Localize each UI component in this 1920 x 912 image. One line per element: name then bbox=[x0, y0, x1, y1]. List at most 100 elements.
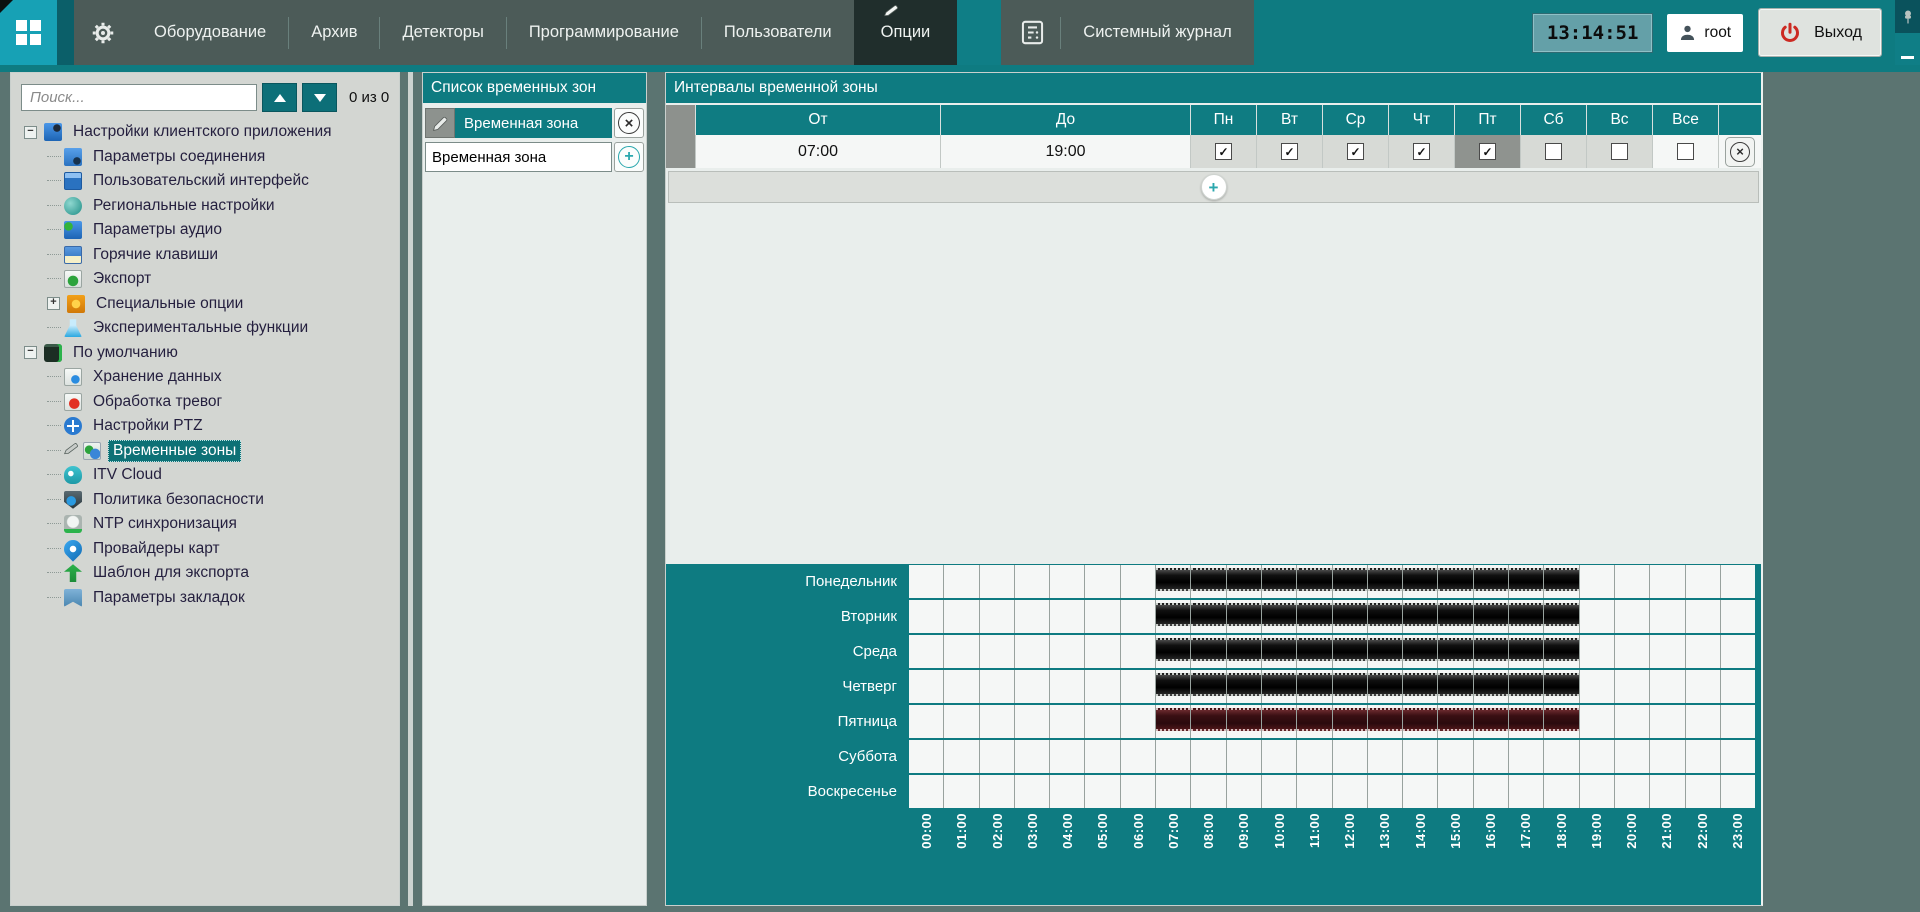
schedule-cell[interactable] bbox=[1544, 635, 1579, 668]
schedule-cell[interactable] bbox=[909, 775, 944, 808]
schedule-cell[interactable] bbox=[1403, 740, 1438, 773]
tree-item-9[interactable]: Экспериментальные функции bbox=[11, 316, 399, 341]
schedule-cell[interactable] bbox=[1227, 565, 1262, 598]
schedule-cell[interactable] bbox=[1438, 775, 1473, 808]
schedule-cell[interactable] bbox=[1333, 635, 1368, 668]
schedule-cell[interactable] bbox=[1686, 740, 1721, 773]
checkbox-Вс[interactable] bbox=[1611, 143, 1628, 160]
schedule-cell[interactable] bbox=[1615, 635, 1650, 668]
schedule-cell[interactable] bbox=[1650, 565, 1685, 598]
schedule-cell[interactable] bbox=[1121, 705, 1156, 738]
tree-item-18[interactable]: Провайдеры карт bbox=[11, 537, 399, 562]
schedule-cell[interactable] bbox=[1509, 635, 1544, 668]
search-input[interactable] bbox=[21, 84, 257, 111]
schedule-cell[interactable] bbox=[1721, 600, 1755, 633]
schedule-cell[interactable] bbox=[1191, 635, 1226, 668]
schedule-cell[interactable] bbox=[1297, 600, 1332, 633]
tree-expander-collapse-icon[interactable]: − bbox=[24, 126, 37, 139]
schedule-cell[interactable] bbox=[1721, 565, 1755, 598]
search-next-button[interactable] bbox=[302, 83, 337, 112]
schedule-cell[interactable] bbox=[1544, 740, 1579, 773]
zone-name[interactable]: Временная зона bbox=[455, 108, 612, 138]
menu-item-4[interactable]: Программирование bbox=[507, 0, 701, 65]
tree-item-20[interactable]: Параметры закладок bbox=[11, 586, 399, 611]
schedule-cell[interactable] bbox=[1686, 600, 1721, 633]
schedule-cell[interactable] bbox=[1262, 600, 1297, 633]
schedule-cell[interactable] bbox=[909, 565, 944, 598]
schedule-cell[interactable] bbox=[1227, 670, 1262, 703]
schedule-cell[interactable] bbox=[1686, 775, 1721, 808]
schedule-cell[interactable] bbox=[1085, 705, 1120, 738]
search-prev-button[interactable] bbox=[262, 83, 297, 112]
schedule-cell[interactable] bbox=[1015, 775, 1050, 808]
schedule-cell[interactable] bbox=[1438, 635, 1473, 668]
schedule-cell[interactable] bbox=[1368, 775, 1403, 808]
schedule-cell[interactable] bbox=[1474, 740, 1509, 773]
schedule-cell[interactable] bbox=[1509, 705, 1544, 738]
tree-item-12[interactable]: Обработка тревог bbox=[11, 390, 399, 415]
schedule-cell[interactable] bbox=[1297, 775, 1332, 808]
schedule-cell[interactable] bbox=[1686, 635, 1721, 668]
schedule-cell[interactable] bbox=[1509, 670, 1544, 703]
schedule-cell[interactable] bbox=[1509, 565, 1544, 598]
schedule-cell[interactable] bbox=[1262, 635, 1297, 668]
schedule-cell[interactable] bbox=[1297, 635, 1332, 668]
schedule-cell[interactable] bbox=[980, 705, 1015, 738]
menu-item-1[interactable]: Оборудование bbox=[132, 0, 288, 65]
schedule-cell[interactable] bbox=[1368, 670, 1403, 703]
schedule-cell[interactable] bbox=[1403, 600, 1438, 633]
schedule-cell[interactable] bbox=[1721, 740, 1755, 773]
checkbox-Пт[interactable]: ✓ bbox=[1479, 143, 1496, 160]
journal-band[interactable]: Системный журнал bbox=[1001, 0, 1253, 65]
schedule-cell[interactable] bbox=[980, 775, 1015, 808]
schedule-cell[interactable] bbox=[1721, 705, 1755, 738]
schedule-cell[interactable] bbox=[1333, 565, 1368, 598]
schedule-cell[interactable] bbox=[1085, 775, 1120, 808]
tree-item-8[interactable]: +Специальные опции bbox=[11, 292, 399, 317]
tree-item-10[interactable]: −По умолчанию bbox=[11, 341, 399, 366]
schedule-cell[interactable] bbox=[1333, 705, 1368, 738]
schedule-cell[interactable] bbox=[1509, 775, 1544, 808]
schedule-cell[interactable] bbox=[944, 670, 979, 703]
schedule-cell[interactable] bbox=[1544, 705, 1579, 738]
schedule-cell[interactable] bbox=[1297, 565, 1332, 598]
schedule-cell[interactable] bbox=[1615, 705, 1650, 738]
schedule-cell[interactable] bbox=[1050, 600, 1085, 633]
schedule-cell[interactable] bbox=[1368, 565, 1403, 598]
schedule-cell[interactable] bbox=[1015, 740, 1050, 773]
schedule-cell[interactable] bbox=[1509, 740, 1544, 773]
schedule-cell[interactable] bbox=[1438, 670, 1473, 703]
schedule-cell[interactable] bbox=[1015, 705, 1050, 738]
schedule-cell[interactable] bbox=[1615, 670, 1650, 703]
schedule-cell[interactable] bbox=[1333, 775, 1368, 808]
schedule-cell[interactable] bbox=[1474, 705, 1509, 738]
schedule-cell[interactable] bbox=[1121, 670, 1156, 703]
schedule-cell[interactable] bbox=[1191, 600, 1226, 633]
system-journal-label[interactable]: Системный журнал bbox=[1061, 0, 1253, 65]
schedule-cell[interactable] bbox=[1721, 775, 1755, 808]
schedule-cell[interactable] bbox=[1015, 565, 1050, 598]
schedule-cell[interactable] bbox=[1121, 565, 1156, 598]
schedule-cell[interactable] bbox=[1121, 775, 1156, 808]
schedule-cell[interactable] bbox=[1191, 705, 1226, 738]
tree-expander-collapse-icon[interactable]: − bbox=[24, 346, 37, 359]
tree-item-5[interactable]: Параметры аудио bbox=[11, 218, 399, 243]
schedule-cell[interactable] bbox=[1191, 565, 1226, 598]
schedule-cell[interactable] bbox=[1615, 600, 1650, 633]
schedule-cell[interactable] bbox=[1227, 740, 1262, 773]
tree-item-7[interactable]: Экспорт bbox=[11, 267, 399, 292]
schedule-cell[interactable] bbox=[1227, 705, 1262, 738]
schedule-cell[interactable] bbox=[909, 670, 944, 703]
schedule-cell[interactable] bbox=[1615, 565, 1650, 598]
add-zone-button[interactable]: + bbox=[614, 142, 644, 172]
schedule-cell[interactable] bbox=[1544, 600, 1579, 633]
schedule-cell[interactable] bbox=[1368, 600, 1403, 633]
schedule-cell[interactable] bbox=[1438, 565, 1473, 598]
schedule-cell[interactable] bbox=[1509, 600, 1544, 633]
schedule-cell[interactable] bbox=[909, 740, 944, 773]
tree-item-15[interactable]: ITV Cloud bbox=[11, 463, 399, 488]
schedule-cell[interactable] bbox=[1544, 775, 1579, 808]
schedule-cell[interactable] bbox=[1580, 600, 1615, 633]
tree-item-19[interactable]: Шаблон для экспорта bbox=[11, 561, 399, 586]
add-interval-row[interactable]: + bbox=[668, 171, 1759, 203]
